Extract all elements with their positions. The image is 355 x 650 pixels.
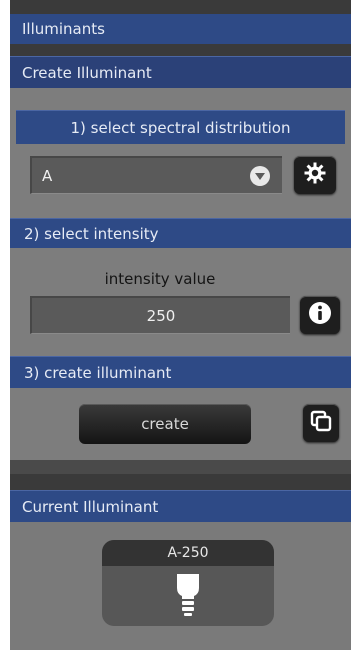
illuminants-panel: Illuminants Create Illuminant 1) select … <box>10 0 351 650</box>
chevron-down-icon[interactable] <box>250 166 270 186</box>
info-button[interactable] <box>300 296 340 334</box>
create-illuminant-header[interactable]: Create Illuminant <box>10 56 351 88</box>
intensity-input[interactable]: 250 <box>30 296 290 334</box>
step2-label: 2) select intensity <box>24 225 159 243</box>
illuminant-card-header: A-250 <box>102 540 274 566</box>
panel-title: Illuminants <box>22 20 105 38</box>
copy-button[interactable] <box>303 404 339 442</box>
spectral-distribution-select[interactable]: A <box>30 156 282 194</box>
gear-icon <box>303 161 327 189</box>
step3-label: 3) create illuminant <box>24 364 172 382</box>
intensity-value-label: intensity value <box>104 270 216 288</box>
illuminant-card-label: A-250 <box>167 545 209 561</box>
settings-button[interactable] <box>294 156 336 194</box>
step2-header: 2) select intensity <box>10 218 351 248</box>
panel-header: Illuminants <box>10 14 351 44</box>
spectral-distribution-value: A <box>42 167 53 185</box>
current-illuminant-header[interactable]: Current Illuminant <box>10 490 351 522</box>
section-divider <box>10 460 351 474</box>
info-icon <box>308 301 332 329</box>
illuminant-card[interactable]: A-250 <box>102 540 274 626</box>
step1-label: 1) select spectral distribution <box>70 119 291 137</box>
current-illuminant-body: A-250 <box>10 522 351 650</box>
intensity-value: 250 <box>146 307 176 325</box>
step1-header: 1) select spectral distribution <box>16 110 345 144</box>
lightbulb-icon <box>173 570 203 622</box>
step3-header: 3) create illuminant <box>10 356 351 388</box>
create-button[interactable]: create <box>79 404 251 444</box>
create-button-label: create <box>141 415 189 433</box>
current-illuminant-title: Current Illuminant <box>22 498 159 516</box>
create-illuminant-title: Create Illuminant <box>22 64 152 82</box>
copy-icon <box>310 410 332 436</box>
